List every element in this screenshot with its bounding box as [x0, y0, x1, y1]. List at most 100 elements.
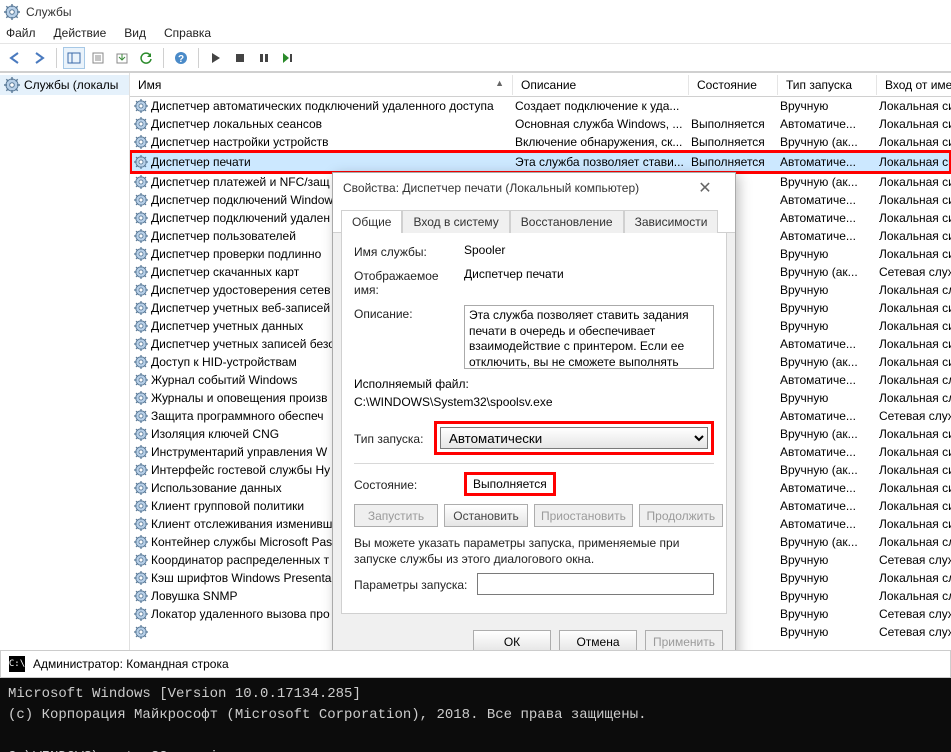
gear-icon — [134, 625, 148, 639]
properties-button[interactable] — [87, 47, 109, 69]
service-name: Диспетчер удостоверения сетев — [151, 283, 330, 297]
back-button[interactable] — [4, 47, 26, 69]
gear-icon — [134, 427, 148, 441]
service-logon: Сетевая служ... — [877, 265, 951, 279]
console-output[interactable]: Microsoft Windows [Version 10.0.17134.28… — [0, 678, 951, 752]
help-text: Вы можете указать параметры запуска, при… — [354, 535, 714, 567]
cmd-icon: C:\ — [9, 656, 25, 672]
dialog-titlebar[interactable]: Свойства: Диспетчер печати (Локальный ко… — [333, 173, 735, 203]
service-startup: Вручную (ак... — [778, 535, 877, 549]
col-logon[interactable]: Вход от имени — [877, 75, 951, 95]
service-name: Изоляция ключей CNG — [151, 427, 279, 441]
show-hide-tree-button[interactable] — [63, 47, 85, 69]
value-display-name: Диспетчер печати — [464, 267, 714, 297]
sort-asc-icon: ▲ — [495, 78, 504, 92]
service-name: Локатор удаленного вызова про — [151, 607, 330, 621]
menu-2[interactable]: Вид — [124, 26, 146, 41]
gear-icon — [134, 355, 148, 369]
service-state: Выполняется — [689, 135, 778, 149]
service-startup: Вручную (ак... — [778, 175, 877, 189]
value-state: Выполняется — [473, 477, 547, 491]
service-startup: Вручную (ак... — [778, 355, 877, 369]
service-name: Защита программного обеспеч — [151, 409, 323, 423]
service-name: Диспетчер подключений удален — [151, 211, 330, 225]
service-row[interactable]: Диспетчер автоматических подключений уда… — [130, 97, 951, 115]
service-logon: Локальная сл... — [877, 391, 951, 405]
forward-button[interactable] — [28, 47, 50, 69]
service-startup: Вручную (ак... — [778, 135, 877, 149]
col-state[interactable]: Состояние — [689, 75, 778, 95]
console-titlebar[interactable]: C:\ Администратор: Командная строка — [0, 650, 951, 678]
export-button[interactable] — [111, 47, 133, 69]
label-description: Описание: — [354, 305, 464, 369]
service-logon: Локальная си... — [877, 463, 951, 477]
gear-icon — [4, 77, 20, 93]
service-startup: Вручную — [778, 247, 877, 261]
start-service-button[interactable] — [205, 47, 227, 69]
gear-icon — [134, 553, 148, 567]
restart-service-button[interactable] — [277, 47, 299, 69]
gear-icon — [134, 193, 148, 207]
pause-button: Приостановить — [534, 504, 633, 527]
menu-1[interactable]: Действие — [54, 26, 107, 41]
service-startup: Вручную — [778, 99, 877, 113]
col-desc[interactable]: Описание — [513, 75, 689, 95]
help-button[interactable]: ? — [170, 47, 192, 69]
gear-icon — [134, 319, 148, 333]
startup-type-select[interactable]: Автоматически — [440, 427, 708, 449]
col-startup[interactable]: Тип запуска — [778, 75, 877, 95]
service-startup: Автоматиче... — [778, 499, 877, 513]
gear-icon — [134, 211, 148, 225]
service-name: Диспетчер учетных записей безо — [151, 337, 335, 351]
refresh-button[interactable] — [135, 47, 157, 69]
console-window: C:\ Администратор: Командная строка Micr… — [0, 650, 951, 752]
resume-button: Продолжить — [639, 504, 723, 527]
service-name: Кэш шрифтов Windows Presenta — [151, 571, 331, 585]
stop-button[interactable]: Остановить — [444, 504, 528, 527]
gear-icon — [134, 499, 148, 513]
gear-icon — [134, 571, 148, 585]
tab-2[interactable]: Восстановление — [510, 210, 624, 233]
service-name: Диспетчер настройки устройств — [151, 135, 328, 149]
menu-0[interactable]: Файл — [6, 26, 36, 41]
col-name[interactable]: Имя▲ — [130, 75, 513, 95]
service-desc: Эта служба позволяет стави... — [513, 155, 689, 169]
service-row[interactable]: Диспетчер настройки устройствВключение о… — [130, 133, 951, 151]
service-logon: Локальная си... — [877, 355, 951, 369]
service-row[interactable]: Диспетчер печатиЭта служба позволяет ста… — [130, 151, 951, 173]
tab-3[interactable]: Зависимости — [624, 210, 719, 233]
gear-icon — [134, 301, 148, 315]
pause-service-button[interactable] — [253, 47, 275, 69]
service-startup: Автоматиче... — [778, 211, 877, 225]
service-name: Ловушка SNMP — [151, 589, 237, 603]
menubar: Файл Действие Вид Справка — [0, 24, 951, 44]
service-logon: Локальная сл... — [877, 571, 951, 585]
service-startup: Автоматиче... — [778, 229, 877, 243]
menu-3[interactable]: Справка — [164, 26, 211, 41]
service-desc: Основная служба Windows, ... — [513, 117, 689, 131]
gear-icon — [134, 117, 148, 131]
service-row[interactable]: Диспетчер локальных сеансов Основная служ… — [130, 115, 951, 133]
gear-icon — [134, 265, 148, 279]
service-name: Журнал событий Windows — [151, 373, 297, 387]
gear-icon — [134, 535, 148, 549]
services-titlebar: Службы — [0, 0, 951, 24]
label-start-params: Параметры запуска: — [354, 576, 477, 592]
close-icon[interactable]: ✕ — [685, 178, 725, 198]
label-display-name: Отображаемое имя: — [354, 267, 464, 297]
service-logon: Локальная си... — [877, 319, 951, 333]
gear-icon — [134, 247, 148, 261]
tree-root-services[interactable]: Службы (локалы — [0, 75, 129, 95]
label-state: Состояние: — [354, 476, 464, 492]
service-logon: Локальная си... — [877, 117, 951, 131]
tab-0[interactable]: Общие — [341, 210, 402, 233]
service-name: Диспетчер локальных сеансов — [151, 117, 322, 131]
service-logon: Локальная си... — [877, 445, 951, 459]
stop-service-button[interactable] — [229, 47, 251, 69]
value-executable: C:\WINDOWS\System32\spoolsv.exe — [354, 395, 714, 409]
gear-icon — [134, 175, 148, 189]
tab-1[interactable]: Вход в систему — [402, 210, 509, 233]
service-startup: Вручную (ак... — [778, 427, 877, 441]
start-params-input[interactable] — [477, 573, 714, 595]
service-startup: Вручную — [778, 301, 877, 315]
